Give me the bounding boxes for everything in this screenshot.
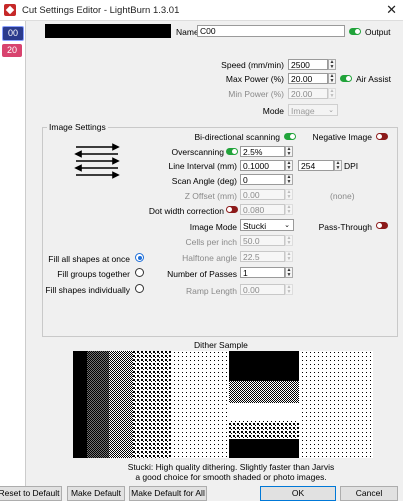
- layer-item-20[interactable]: 20: [2, 44, 22, 57]
- make-default-button[interactable]: Make Default: [67, 486, 125, 501]
- make-default-for-all-button[interactable]: Make Default for All: [129, 486, 207, 501]
- number-of-passes-spinner[interactable]: ▲ ▼: [285, 267, 293, 278]
- ramp-length-input: 0.00: [240, 284, 285, 295]
- z-offset-input: 0.00: [240, 189, 285, 200]
- air-assist-label: Air Assist: [356, 74, 391, 84]
- dither-description-line2: a good choice for smooth shaded or photo…: [135, 472, 327, 482]
- fill-groups-radio[interactable]: [135, 268, 144, 277]
- scan-angle-spinner[interactable]: ▲ ▼: [285, 174, 293, 185]
- mode-label: Mode: [262, 106, 284, 116]
- fill-groups-label: Fill groups together: [57, 269, 130, 279]
- title-bar: Cut Settings Editor - LightBurn 1.3.01 ✕: [0, 0, 403, 21]
- min-power-label: Min Power (%): [228, 89, 284, 99]
- ok-button[interactable]: OK: [260, 486, 336, 501]
- z-offset-spinner: ▲ ▼: [285, 189, 293, 200]
- halftone-angle-spinner: ▲ ▼: [285, 251, 293, 262]
- layer-list: 00 20: [0, 21, 26, 487]
- mode-select[interactable]: Image ⌄: [288, 104, 338, 116]
- output-toggle[interactable]: [349, 28, 361, 35]
- scan-angle-input[interactable]: 0: [240, 174, 285, 185]
- cells-per-inch-input: 50.0: [240, 235, 285, 246]
- max-power-label: Max Power (%): [225, 74, 284, 84]
- image-mode-value: Stucki: [243, 221, 267, 231]
- speed-spinner[interactable]: ▲ ▼: [328, 59, 336, 70]
- min-power-input: 20.00: [288, 88, 328, 99]
- overscanning-toggle[interactable]: [226, 148, 238, 155]
- overscanning-spinner[interactable]: ▲ ▼: [285, 146, 293, 157]
- chevron-down-icon: ⌄: [284, 222, 290, 229]
- image-mode-select[interactable]: Stucki ⌄: [240, 219, 294, 231]
- negative-image-toggle[interactable]: [376, 133, 388, 140]
- overscanning-label: Overscanning: [171, 147, 224, 157]
- pass-through-toggle[interactable]: [376, 222, 388, 229]
- halftone-angle-input: 22.5: [240, 251, 285, 262]
- speed-label: Speed (mm/min): [221, 60, 284, 70]
- z-offset-label: Z Offset (mm): [184, 191, 237, 201]
- negative-image-label: Negative Image: [312, 132, 372, 142]
- image-mode-label: Image Mode: [189, 222, 237, 232]
- dpi-input[interactable]: 254: [298, 160, 334, 171]
- fill-all-radio[interactable]: [135, 253, 144, 262]
- overscanning-input[interactable]: 2.5%: [240, 146, 285, 157]
- line-interval-spinner[interactable]: ▲ ▼: [285, 160, 293, 171]
- layer-item-00[interactable]: 00: [2, 26, 24, 41]
- dither-sample-title: Dither Sample: [194, 340, 248, 350]
- halftone-angle-label: Halftone angle: [182, 253, 237, 263]
- name-label: Name: [176, 27, 199, 37]
- dot-width-toggle[interactable]: [226, 206, 238, 213]
- bidirectional-label: Bi-directional scanning: [194, 132, 280, 142]
- name-input[interactable]: C00: [197, 25, 345, 37]
- scan-angle-label: Scan Angle (deg): [171, 176, 237, 186]
- close-icon[interactable]: ✕: [386, 2, 397, 18]
- number-of-passes-label: Number of Passes: [167, 269, 237, 279]
- layer-color-bar: [45, 24, 171, 38]
- reset-to-default-button[interactable]: Reset to Default: [0, 486, 62, 501]
- fill-individually-radio[interactable]: [135, 284, 144, 293]
- dot-width-input: 0.080: [240, 204, 285, 215]
- number-of-passes-input[interactable]: 1: [240, 267, 285, 278]
- lightburn-app-icon: [4, 4, 16, 16]
- output-label: Output: [365, 27, 391, 37]
- line-interval-input[interactable]: 0.1000: [240, 160, 285, 171]
- fill-all-label: Fill all shapes at once: [48, 254, 130, 264]
- ramp-length-label: Ramp Length: [185, 286, 237, 296]
- window-title: Cut Settings Editor - LightBurn 1.3.01: [22, 5, 180, 16]
- bidirectional-toggle[interactable]: [284, 133, 296, 140]
- air-assist-toggle[interactable]: [340, 75, 352, 82]
- z-offset-none: (none): [330, 191, 355, 201]
- cancel-button[interactable]: Cancel: [340, 486, 398, 501]
- dot-width-label: Dot width correction: [148, 206, 224, 216]
- max-power-spinner[interactable]: ▲ ▼: [328, 73, 336, 84]
- max-power-input[interactable]: 20.00: [288, 73, 328, 84]
- dpi-spinner[interactable]: ▲ ▼: [334, 160, 342, 171]
- line-interval-label: Line Interval (mm): [168, 161, 238, 171]
- dither-sample-image: [73, 351, 373, 458]
- pass-through-label: Pass-Through: [318, 222, 372, 232]
- dpi-label: DPI: [344, 161, 359, 171]
- fill-individually-label: Fill shapes individually: [45, 285, 130, 295]
- cells-per-inch-label: Cells per inch: [185, 237, 238, 247]
- min-power-spinner: ▲ ▼: [328, 88, 336, 99]
- scan-lines-icon: [74, 143, 120, 179]
- mode-value: Image: [291, 106, 315, 116]
- ramp-length-spinner: ▲ ▼: [285, 284, 293, 295]
- dither-description-line1: Stucki: High quality dithering. Slightly…: [127, 462, 335, 472]
- cells-per-inch-spinner: ▲ ▼: [285, 235, 293, 246]
- chevron-down-icon: ⌄: [328, 107, 334, 114]
- image-settings-title: Image Settings: [47, 122, 108, 132]
- dot-width-spinner: ▲ ▼: [285, 204, 293, 215]
- speed-input[interactable]: 2500: [288, 59, 328, 70]
